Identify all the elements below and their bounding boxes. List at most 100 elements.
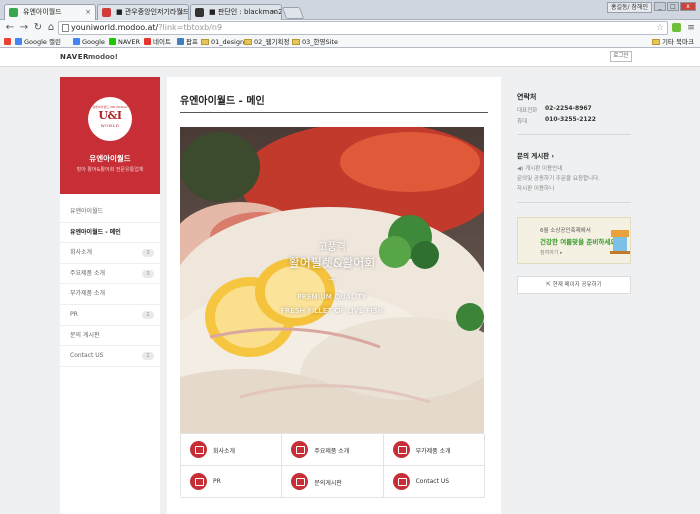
mobile-number[interactable]: 010-3255-2122	[545, 116, 596, 123]
profile-label[interactable]: 홍길동/ 참해인	[606, 2, 652, 13]
minimize-button[interactable]: _	[654, 2, 666, 11]
bookmark-item[interactable]: 팝프	[177, 36, 198, 48]
sidebar-item-contact[interactable]: Contact US 2	[60, 346, 160, 367]
microphone-icon	[190, 473, 207, 490]
naver-logo[interactable]: NAVER	[60, 53, 89, 61]
window-controls: _ □ x	[654, 2, 696, 11]
sidebar-menu: 유엔아이월드 유엔아이월드 - 메인 회사소개 3 주요제품 소개 3 부가제품 소…	[60, 202, 160, 367]
quick-link-inquiry[interactable]: 문의게시판	[282, 466, 384, 498]
extra-products-icon	[392, 441, 410, 458]
hero-english-line1: PREMIUM QUALITY	[297, 293, 367, 301]
bookmark-folder[interactable]: 02_웹기획정	[244, 36, 289, 48]
mobile-label: 휴대	[517, 119, 528, 125]
site-top-bar: NAVER modoo! 로그인	[0, 48, 700, 67]
address-bar[interactable]: youniworld.modoo.at/?link=tbtoxb/n9 ☆	[58, 21, 668, 35]
nate-icon	[144, 38, 151, 45]
tab-second[interactable]: ■ 관우중앙인저기라월드 ×	[97, 4, 189, 20]
page-icon	[62, 24, 69, 32]
bookmark-item[interactable]: Google 캘린	[15, 36, 61, 48]
reload-icon[interactable]: ↻	[31, 21, 45, 35]
bookmark-item[interactable]: Google	[73, 36, 105, 48]
google-icon	[73, 38, 80, 45]
quick-link-extra-products[interactable]: 부가제품 소개	[383, 434, 485, 466]
logo-sub-text: WORLD	[100, 123, 120, 128]
close-tab-icon[interactable]: ×	[271, 5, 277, 19]
bookmark-folder[interactable]: 01_design	[201, 36, 244, 48]
banner-line2: 건강한 여름맞을 준비하세요	[540, 238, 617, 246]
banner-line1: 6월 소상공인축제에서	[540, 228, 591, 234]
board-line: 문의및 공동하기 주문을 요청합니다.	[517, 176, 600, 182]
menu-icon[interactable]: ≡	[684, 21, 698, 35]
quick-link-pr[interactable]: PR	[181, 466, 283, 498]
bookmark-folder[interactable]: 03_한영Site	[292, 36, 338, 48]
bookmark-star-icon[interactable]: ☆	[656, 22, 664, 34]
site-favicon-icon	[102, 8, 111, 17]
back-arrow-icon[interactable]: ←	[3, 21, 17, 35]
divider	[517, 134, 631, 135]
sidebar-item-main[interactable]: 유엔아이월드 - 메인	[60, 223, 160, 244]
close-tab-icon[interactable]: ×	[178, 5, 184, 19]
quick-link-contact[interactable]: Contact US	[383, 466, 485, 498]
bookmark-item[interactable]: 네이트	[144, 36, 171, 48]
title-divider	[180, 112, 488, 113]
quick-links-grid: 회사소개 주요제품 소개 부가제품 소개 PR 문의게시판 Contact US	[180, 433, 485, 498]
folder-icon	[244, 39, 252, 45]
browser-toolbar: ← → ↻ ⌂ youniworld.modoo.at/?link=tbtoxb…	[0, 20, 700, 36]
hero-english-line2: FRESH FILLET OF LIVE FISH	[280, 307, 384, 315]
sidebar-item-pr[interactable]: PR 2	[60, 305, 160, 326]
hero-image: 고품격 활어필렛&활어회 — PREMIUM QUALITY FRESH FIL…	[180, 127, 484, 433]
close-window-button[interactable]: x	[680, 2, 696, 11]
market-stall-icon	[610, 230, 630, 254]
promo-banner[interactable]: 6월 소상공인축제에서 건강한 여름맞을 준비하세요 참여하기 ▸	[517, 217, 631, 264]
quick-link-products[interactable]: 주요제품 소개	[282, 434, 384, 466]
banner-line3: 참여하기 ▸	[540, 250, 563, 256]
login-button[interactable]: 로그인	[610, 51, 632, 62]
company-logo[interactable]: 유엔아이월드 UNI WORLD U&I WORLD	[88, 97, 132, 141]
phone-number[interactable]: 02-2254-8967	[545, 105, 592, 112]
other-bookmarks[interactable]: 기타 북마크	[652, 36, 694, 48]
naver-icon	[109, 38, 116, 45]
site-favicon-icon	[195, 8, 204, 17]
location-pin-icon	[392, 473, 410, 490]
extension-icon[interactable]	[672, 23, 681, 32]
company-icon	[190, 441, 207, 458]
folder-icon	[292, 39, 300, 45]
site-favicon-icon	[9, 8, 18, 17]
quick-link-company[interactable]: 회사소개	[181, 434, 283, 466]
home-icon[interactable]: ⌂	[44, 21, 58, 35]
hero-headline: 활어필렛&활어회	[288, 256, 376, 270]
sidebar-item-extra-products[interactable]: 부가제품 소개	[60, 284, 160, 305]
count-badge: 2	[142, 352, 154, 361]
count-badge: 3	[142, 249, 154, 258]
contact-title: 연락처	[517, 93, 537, 101]
board-line: 자시판 이용하니	[517, 186, 555, 192]
sidebar-item-products[interactable]: 주요제품 소개 3	[60, 264, 160, 285]
bookmarks-bar: Google 캘린 Google NAVER 네이트 팝프 01_design …	[0, 36, 700, 48]
forward-arrow-icon[interactable]: →	[17, 21, 31, 35]
divider	[517, 202, 631, 203]
modoo-logo[interactable]: modoo!	[88, 53, 118, 61]
board-title-link[interactable]: 문의 게시판 ›	[517, 150, 554, 160]
page-title: 유엔아이월드 - 메인	[180, 96, 265, 107]
tab-youniworld[interactable]: 유엔아이월드 ×	[4, 4, 96, 20]
sidebar-item-home[interactable]: 유엔아이월드	[60, 202, 160, 223]
count-badge: 2	[142, 310, 154, 319]
bookmark-icon	[177, 38, 184, 45]
hero-subtitle: 고품격	[318, 242, 346, 253]
sidebar-item-company[interactable]: 회사소개 3	[60, 243, 160, 264]
apps-grid-icon[interactable]	[4, 36, 13, 48]
sidebar-item-inquiry[interactable]: 문의 게시판	[60, 326, 160, 347]
share-page-button[interactable]: ⇱ 현재 페이지 공유하기	[517, 276, 631, 294]
board-icon	[291, 473, 309, 490]
tab-title: 유엔아이월드	[23, 8, 62, 16]
right-column: 연락처 대표전화 02-2254-8967 휴대 010-3255-2122 문…	[517, 77, 632, 514]
bookmark-item[interactable]: NAVER	[109, 36, 140, 48]
close-tab-icon[interactable]: ×	[85, 5, 91, 19]
products-icon	[291, 441, 309, 458]
new-tab-button[interactable]	[281, 7, 305, 19]
google-icon	[15, 38, 22, 45]
maximize-button[interactable]: □	[667, 2, 679, 11]
tab-third[interactable]: ■ 판단인 : blackman28 po ×	[190, 4, 282, 20]
logo-main-text: U&I	[98, 109, 122, 122]
brand-description: 횟아 활어&활어회 전문유통업체	[76, 167, 144, 173]
